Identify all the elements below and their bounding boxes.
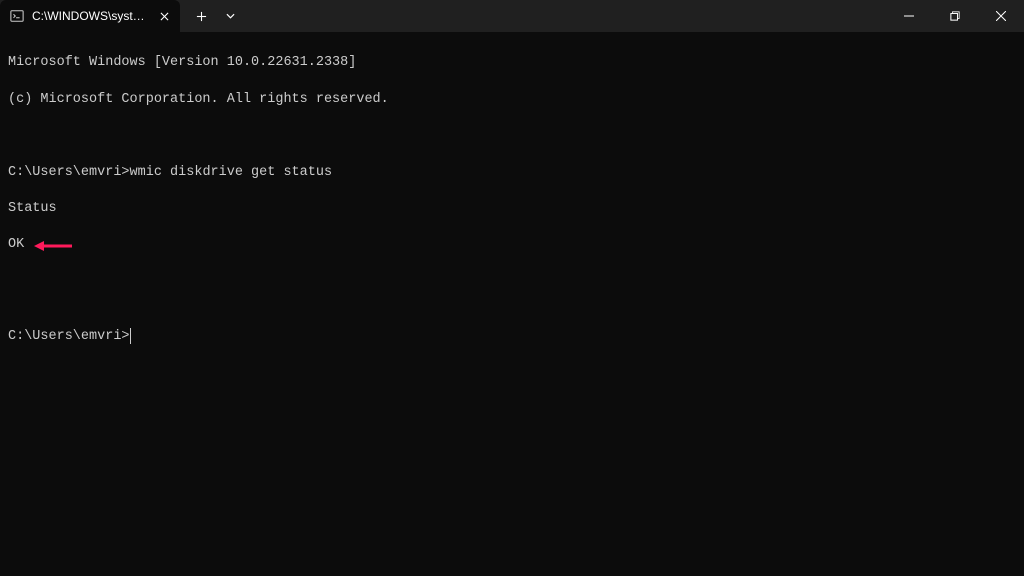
close-button[interactable] <box>978 0 1024 32</box>
blank-line <box>8 291 1016 309</box>
tab-title: C:\WINDOWS\system32\cmd. <box>32 9 148 23</box>
output-line: (c) Microsoft Corporation. All rights re… <box>8 91 1016 109</box>
tab-dropdown-button[interactable] <box>218 4 242 28</box>
minimize-button[interactable] <box>886 0 932 32</box>
prompt-line: C:\Users\emvri> <box>8 328 1016 346</box>
output-header: Status <box>8 200 1016 218</box>
title-bar: C:\WINDOWS\system32\cmd. <box>0 0 1024 32</box>
output-value: OK <box>8 237 24 252</box>
tab-close-button[interactable] <box>156 8 172 24</box>
blank-line <box>8 255 1016 273</box>
new-tab-button[interactable] <box>186 4 216 28</box>
command-line: C:\Users\emvri>wmic diskdrive get status <box>8 164 1016 182</box>
text-cursor <box>130 328 132 344</box>
cmd-icon <box>10 9 24 23</box>
terminal-output[interactable]: Microsoft Windows [Version 10.0.22631.23… <box>0 32 1024 368</box>
command-text: wmic diskdrive get status <box>130 165 333 180</box>
blank-line <box>8 127 1016 145</box>
prompt-text: C:\Users\emvri> <box>8 165 130 180</box>
maximize-button[interactable] <box>932 0 978 32</box>
output-line: Microsoft Windows [Version 10.0.22631.23… <box>8 54 1016 72</box>
tab-active[interactable]: C:\WINDOWS\system32\cmd. <box>0 0 180 32</box>
window-controls <box>886 0 1024 32</box>
output-value-line: OK <box>8 236 24 254</box>
titlebar-left: C:\WINDOWS\system32\cmd. <box>0 0 242 32</box>
prompt-text: C:\Users\emvri> <box>8 328 130 346</box>
